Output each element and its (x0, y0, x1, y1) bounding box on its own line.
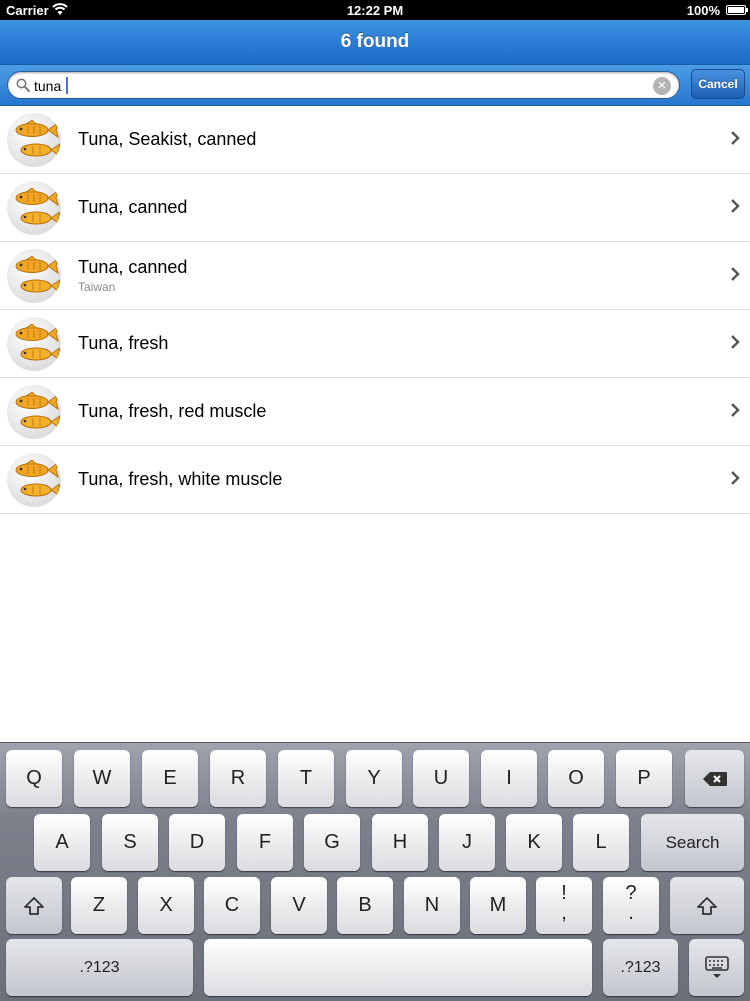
shift-icon (696, 894, 718, 916)
key-d[interactable]: D (169, 814, 225, 871)
key-question-period[interactable]: ? . (603, 877, 659, 934)
list-item[interactable]: Tuna, fresh, white muscle (0, 446, 750, 514)
key-h[interactable]: H (372, 814, 428, 871)
key-t[interactable]: T (278, 750, 334, 807)
chevron-right-icon (730, 267, 740, 286)
item-title: Tuna, canned (78, 257, 188, 277)
numbers-key-left[interactable]: .?123 (6, 939, 193, 996)
key-y[interactable]: Y (346, 750, 402, 807)
keyboard-dismiss-icon (703, 955, 731, 978)
search-key[interactable]: Search (641, 814, 744, 871)
key-i[interactable]: I (481, 750, 537, 807)
list-item[interactable]: Tuna, Seakist, canned (0, 106, 750, 174)
key-r[interactable]: R (210, 750, 266, 807)
chevron-right-icon (730, 131, 740, 150)
item-title: Tuna, canned (78, 197, 188, 217)
status-time: 12:22 PM (346, 3, 404, 18)
chevron-right-icon (730, 471, 740, 490)
key-f[interactable]: F (237, 814, 293, 871)
cancel-button[interactable]: Cancel (691, 69, 745, 99)
fish-icon (7, 317, 61, 371)
fish-icon (7, 249, 61, 303)
key-b[interactable]: B (337, 877, 393, 934)
results-list: Tuna, Seakist, canned Tuna, canned Tuna,… (0, 106, 750, 514)
backspace-key[interactable] (685, 750, 744, 807)
key-exclaim-label: ! (561, 882, 567, 904)
chevron-right-icon (730, 335, 740, 354)
search-field[interactable]: × (7, 71, 680, 99)
key-v[interactable]: V (271, 877, 327, 934)
search-bar: × Cancel (0, 65, 750, 106)
fish-icon (7, 385, 61, 439)
key-m[interactable]: M (470, 877, 526, 934)
battery-percent: 100% (686, 3, 720, 18)
item-title: Tuna, Seakist, canned (78, 129, 257, 149)
search-icon (16, 78, 30, 97)
key-u[interactable]: U (413, 750, 469, 807)
key-z[interactable]: Z (71, 877, 127, 934)
fish-icon (7, 113, 61, 167)
on-screen-keyboard: Q W E R T Y U I O P A S D F G H J K L Se… (0, 742, 750, 1001)
key-comma-label: , (561, 902, 567, 924)
key-s[interactable]: S (102, 814, 158, 871)
key-question-label: ? (625, 882, 637, 904)
key-k[interactable]: K (506, 814, 562, 871)
fish-icon (7, 181, 61, 235)
shift-icon (23, 894, 45, 916)
battery-icon (726, 5, 748, 15)
item-title: Tuna, fresh (78, 333, 169, 353)
space-bar[interactable] (204, 939, 592, 996)
key-period-label: . (628, 902, 634, 924)
key-n[interactable]: N (404, 877, 460, 934)
backspace-icon (702, 767, 728, 789)
list-item[interactable]: Tuna, canned Taiwan (0, 242, 750, 310)
fish-icon (7, 453, 61, 507)
shift-key-left[interactable] (6, 877, 62, 934)
dismiss-keyboard-key[interactable] (689, 939, 744, 996)
list-item[interactable]: Tuna, fresh, red muscle (0, 378, 750, 446)
key-l[interactable]: L (573, 814, 629, 871)
list-item[interactable]: Tuna, canned (0, 174, 750, 242)
item-title: Tuna, fresh, white muscle (78, 469, 283, 489)
item-title: Tuna, fresh, red muscle (78, 401, 267, 421)
key-c[interactable]: C (204, 877, 260, 934)
chevron-right-icon (730, 403, 740, 422)
page-title: 6 found (340, 31, 410, 52)
shift-key-right[interactable] (670, 877, 744, 934)
key-exclaim-comma[interactable]: ! , (536, 877, 592, 934)
chevron-right-icon (730, 199, 740, 218)
status-bar: Carrier 12:22 PM 100% (0, 0, 750, 20)
numbers-key-right[interactable]: .?123 (603, 939, 678, 996)
search-input[interactable] (34, 76, 644, 96)
text-cursor (66, 77, 68, 94)
key-p[interactable]: P (616, 750, 672, 807)
key-j[interactable]: J (439, 814, 495, 871)
key-a[interactable]: A (34, 814, 90, 871)
item-subtitle: Taiwan (78, 280, 116, 294)
list-item[interactable]: Tuna, fresh (0, 310, 750, 378)
key-g[interactable]: G (304, 814, 360, 871)
key-o[interactable]: O (548, 750, 604, 807)
key-w[interactable]: W (74, 750, 130, 807)
key-q[interactable]: Q (6, 750, 62, 807)
clear-search-button[interactable]: × (653, 77, 671, 95)
key-e[interactable]: E (142, 750, 198, 807)
key-x[interactable]: X (138, 877, 194, 934)
navigation-bar: 6 found (0, 20, 750, 65)
